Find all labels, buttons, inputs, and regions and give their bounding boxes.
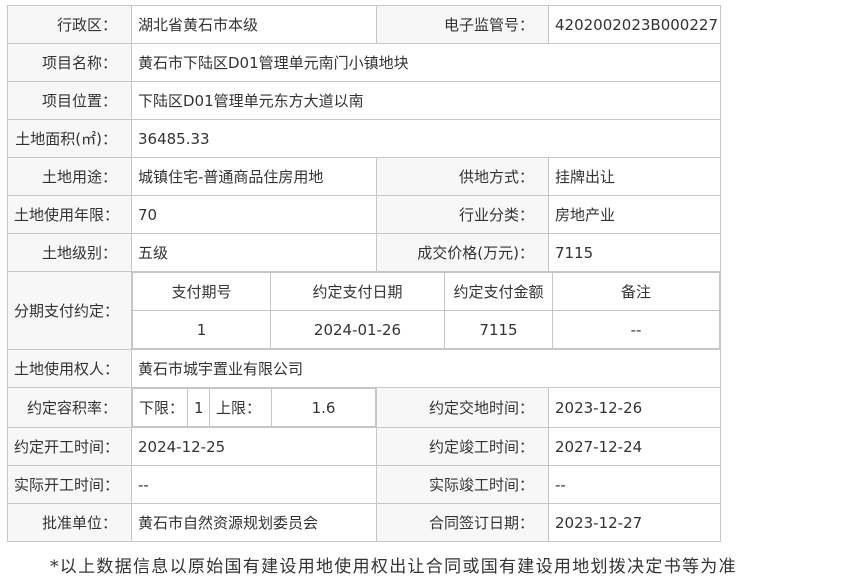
district-label: 行政区： (7, 5, 132, 44)
installments-row: 1 2024-01-26 7115 -- (132, 310, 720, 349)
installments-cell: 支付期号 约定支付日期 约定支付金额 备注 1 2024-01-26 7115 … (131, 271, 721, 350)
table-row: 项目位置： 下陆区D01管理单元东方大道以南 (7, 81, 721, 120)
supervision-no-label: 电子监管号： (376, 5, 549, 44)
deal-price-value: 7115 (548, 233, 721, 272)
table-row: 约定开工时间： 2024-12-25 约定竣工时间： 2027-12-24 (7, 427, 721, 466)
table-row: 土地面积(㎡)： 36485.33 (7, 119, 721, 158)
table-row: 土地使用权人： 黄石市城宇置业有限公司 (7, 349, 721, 388)
plot-ratio-lower-label: 下限： (132, 388, 188, 427)
actual-completion-label: 实际竣工时间： (376, 465, 549, 504)
approval-unit-value: 黄石市自然资源规划委员会 (131, 503, 377, 542)
installments-table: 支付期号 约定支付日期 约定支付金额 备注 1 2024-01-26 7115 … (132, 272, 720, 349)
table-row: 项目名称： 黄石市下陆区D01管理单元南门小镇地块 (7, 43, 721, 82)
project-location-label: 项目位置： (7, 81, 132, 120)
completion-time-label: 约定竣工时间： (376, 427, 549, 466)
approval-unit-label: 批准单位： (7, 503, 132, 542)
table-row: 约定容积率： 下限： 1 上限： 1.6 约定交地时间： 2023-12-26 (7, 387, 721, 428)
actual-start-value: -- (131, 465, 377, 504)
land-area-value: 36485.33 (131, 119, 721, 158)
installments-header-row: 支付期号 约定支付日期 约定支付金额 备注 (132, 272, 720, 311)
installments-header-period: 支付期号 (132, 272, 271, 311)
plot-ratio-label: 约定容积率： (7, 387, 132, 428)
industry-value: 房地产业 (548, 195, 721, 234)
handover-time-label: 约定交地时间： (376, 387, 549, 428)
land-grade-value: 五级 (131, 233, 377, 272)
project-name-label: 项目名称： (7, 43, 132, 82)
supply-method-value: 挂牌出让 (548, 157, 721, 196)
supply-method-label: 供地方式： (376, 157, 549, 196)
start-time-value: 2024-12-25 (131, 427, 377, 466)
supervision-no-value: 4202002023B000227 (548, 5, 721, 44)
table-row: 行政区： 湖北省黄石市本级 电子监管号： 4202002023B000227 (7, 5, 721, 44)
table-row: 批准单位： 黄石市自然资源规划委员会 合同签订日期： 2023-12-27 (7, 503, 721, 542)
project-name-value: 黄石市下陆区D01管理单元南门小镇地块 (131, 43, 721, 82)
land-grade-label: 土地级别： (7, 233, 132, 272)
installments-header-date: 约定支付日期 (270, 272, 445, 311)
land-use-label: 土地用途： (7, 157, 132, 196)
use-term-label: 土地使用年限： (7, 195, 132, 234)
deal-price-label: 成交价格(万元)： (376, 233, 549, 272)
table-row: 分期支付约定： 支付期号 约定支付日期 约定支付金额 备注 1 2024-01-… (7, 271, 721, 350)
table-row: 土地级别： 五级 成交价格(万元)： 7115 (7, 233, 721, 272)
project-location-value: 下陆区D01管理单元东方大道以南 (131, 81, 721, 120)
installments-header-remark: 备注 (552, 272, 720, 311)
installments-label: 分期支付约定： (7, 271, 132, 350)
actual-start-label: 实际开工时间： (7, 465, 132, 504)
plot-ratio-upper-label: 上限： (209, 388, 272, 427)
actual-completion-value: -- (548, 465, 721, 504)
district-value: 湖北省黄石市本级 (131, 5, 377, 44)
completion-time-value: 2027-12-24 (548, 427, 721, 466)
start-time-label: 约定开工时间： (7, 427, 132, 466)
land-area-label: 土地面积(㎡)： (7, 119, 132, 158)
plot-ratio-lower-value: 1 (187, 388, 210, 427)
installment-period: 1 (132, 310, 271, 349)
footnote: *以上数据信息以原始国有建设用地使用权出让合同或国有建设用地划拨决定书等为准 (50, 557, 737, 577)
installment-remark: -- (552, 310, 720, 349)
plot-ratio-row: 下限： 1 上限： 1.6 (132, 388, 376, 427)
right-holder-value: 黄石市城宇置业有限公司 (131, 349, 721, 388)
table-row: 土地使用年限： 70 行业分类： 房地产业 (7, 195, 721, 234)
contract-date-value: 2023-12-27 (548, 503, 721, 542)
installment-date: 2024-01-26 (270, 310, 445, 349)
contract-date-label: 合同签订日期： (376, 503, 549, 542)
right-holder-label: 土地使用权人： (7, 349, 132, 388)
handover-time-value: 2023-12-26 (548, 387, 721, 428)
land-use-value: 城镇住宅-普通商品住房用地 (131, 157, 377, 196)
use-term-value: 70 (131, 195, 377, 234)
installments-header-amount: 约定支付金额 (444, 272, 553, 311)
plot-ratio-cell: 下限： 1 上限： 1.6 (131, 387, 377, 428)
table-row: 实际开工时间： -- 实际竣工时间： -- (7, 465, 721, 504)
installment-amount: 7115 (444, 310, 553, 349)
plot-ratio-upper-value: 1.6 (271, 388, 376, 427)
table-row: 土地用途： 城镇住宅-普通商品住房用地 供地方式： 挂牌出让 (7, 157, 721, 196)
plot-ratio-table: 下限： 1 上限： 1.6 (132, 388, 376, 427)
industry-label: 行业分类： (376, 195, 549, 234)
land-transaction-table: 行政区： 湖北省黄石市本级 电子监管号： 4202002023B000227 项… (7, 5, 721, 542)
